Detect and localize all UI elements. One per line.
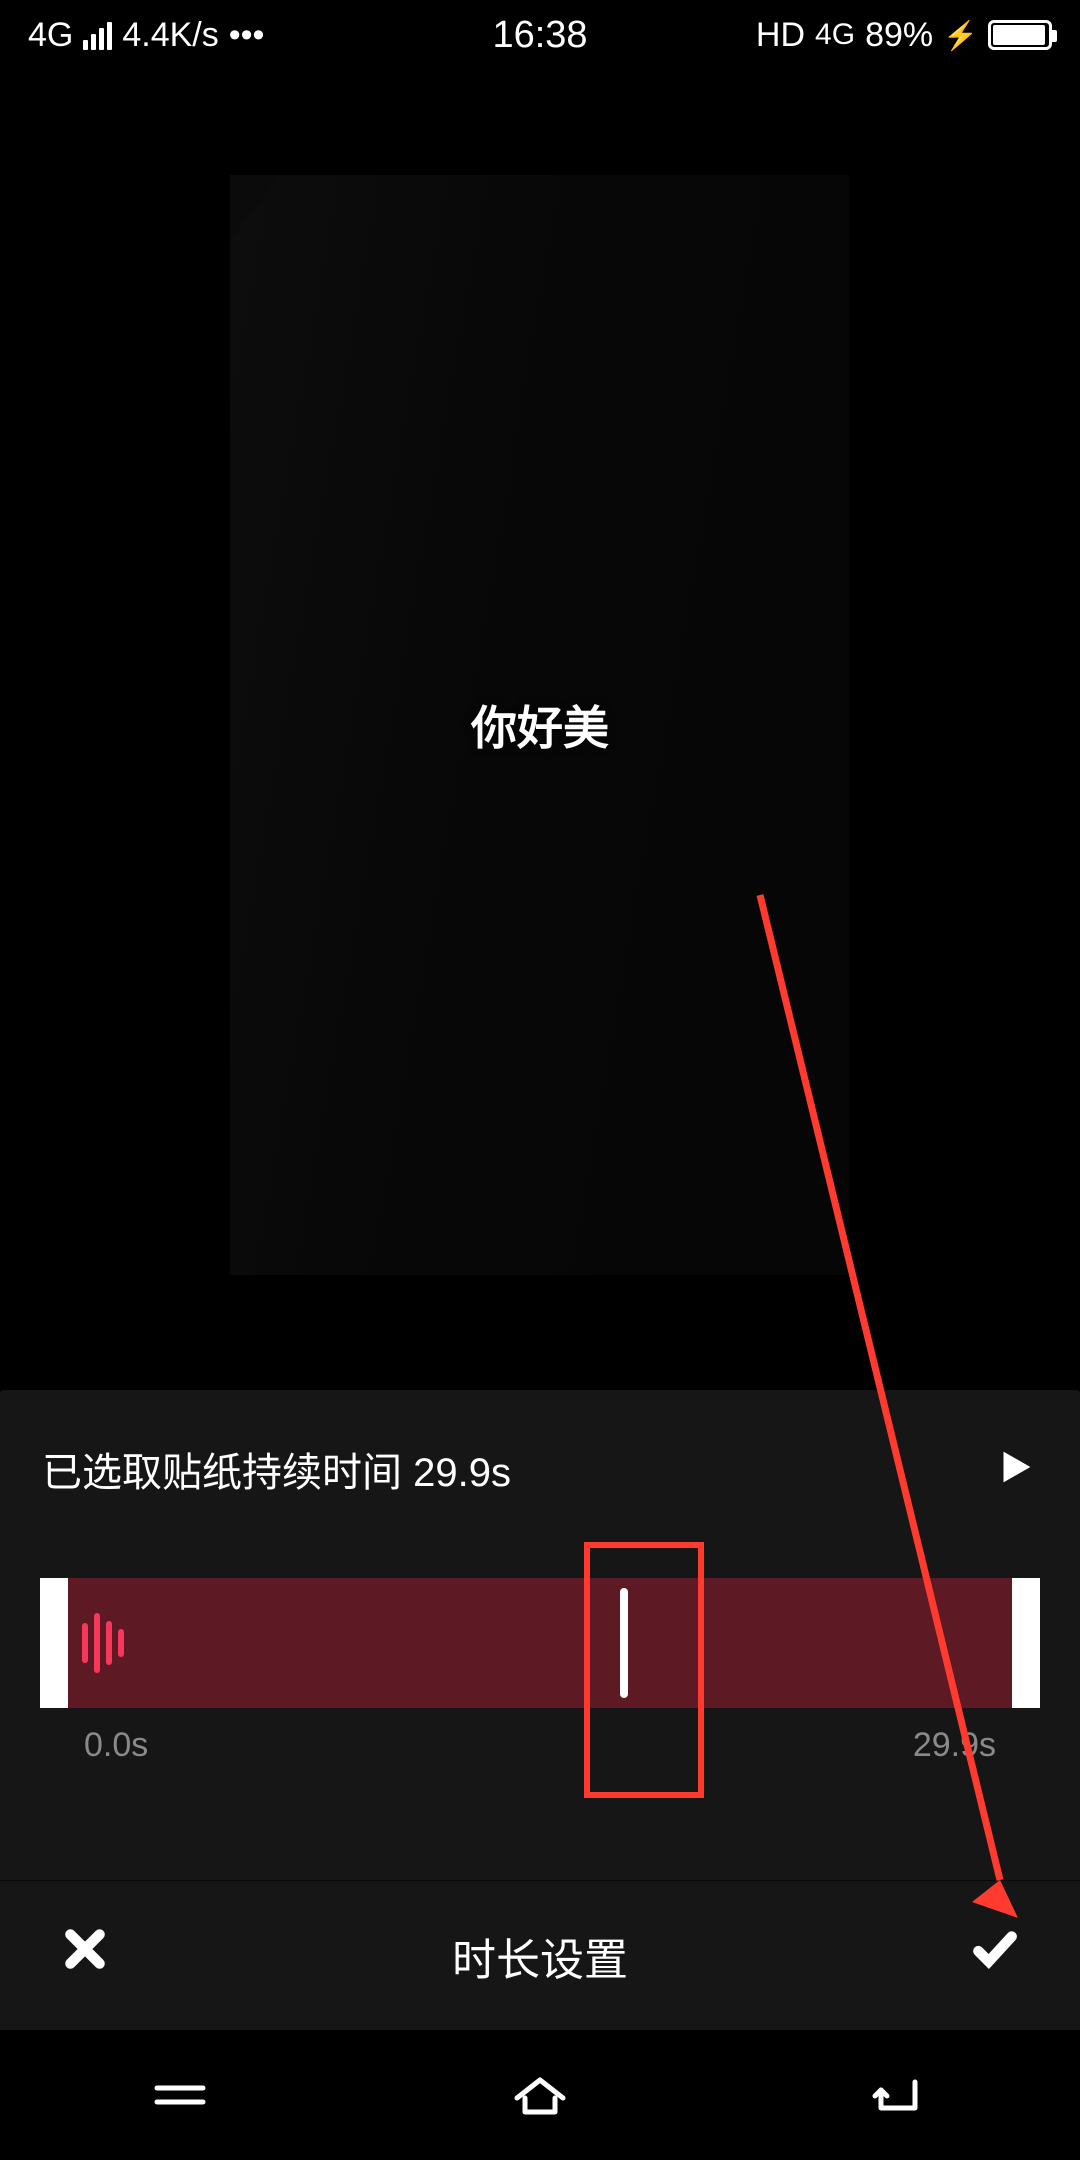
trim-handle-right[interactable] bbox=[1012, 1578, 1040, 1708]
nav-home-icon[interactable] bbox=[505, 2068, 575, 2123]
data-rate: 4.4K/s bbox=[122, 16, 218, 55]
sheet-footer: 时长设置 bbox=[0, 1880, 1080, 2030]
signal-icon bbox=[83, 20, 112, 50]
confirm-button[interactable] bbox=[970, 1924, 1020, 1987]
sticker-text-overlay[interactable]: 你好美 bbox=[471, 692, 609, 758]
duration-sheet: 已选取贴纸持续时间 29.9s 0.0s 29.9s bbox=[0, 1390, 1080, 2030]
selected-duration-label: 已选取贴纸持续时间 29.9s bbox=[42, 1440, 511, 1498]
charging-icon: ⚡ bbox=[943, 19, 978, 52]
annotation-highlight-box bbox=[584, 1542, 704, 1798]
network-type: 4G bbox=[28, 16, 73, 55]
nav-back-icon[interactable] bbox=[865, 2068, 935, 2123]
hd-label: HD bbox=[756, 16, 805, 55]
trim-handle-left[interactable] bbox=[40, 1578, 68, 1708]
more-dots-icon: ••• bbox=[229, 16, 265, 55]
cancel-button[interactable] bbox=[60, 1924, 110, 1987]
time-start-label: 0.0s bbox=[84, 1726, 148, 1765]
nav-menu-icon[interactable] bbox=[145, 2070, 215, 2120]
timeline-track[interactable] bbox=[40, 1578, 1040, 1708]
status-right: HD 4G 89% ⚡ bbox=[756, 16, 1052, 55]
battery-icon bbox=[988, 20, 1052, 50]
status-bar: 4G 4.4K/s ••• 16:38 HD 4G 89% ⚡ bbox=[0, 0, 1080, 70]
video-preview-area[interactable]: 你好美 bbox=[0, 90, 1080, 1360]
video-frame: 你好美 bbox=[230, 175, 850, 1275]
sheet-title: 时长设置 bbox=[452, 1924, 628, 1988]
system-nav-bar bbox=[0, 2030, 1080, 2160]
battery-percent: 89% bbox=[865, 16, 933, 55]
timeline-container: 0.0s 29.9s bbox=[0, 1538, 1080, 1765]
status-left: 4G 4.4K/s ••• bbox=[28, 16, 264, 55]
play-button[interactable] bbox=[992, 1444, 1038, 1495]
audio-waveform bbox=[68, 1578, 1012, 1708]
net-gen-icon: 4G bbox=[815, 20, 855, 50]
clock: 16:38 bbox=[492, 14, 587, 57]
time-end-label: 29.9s bbox=[913, 1726, 996, 1765]
